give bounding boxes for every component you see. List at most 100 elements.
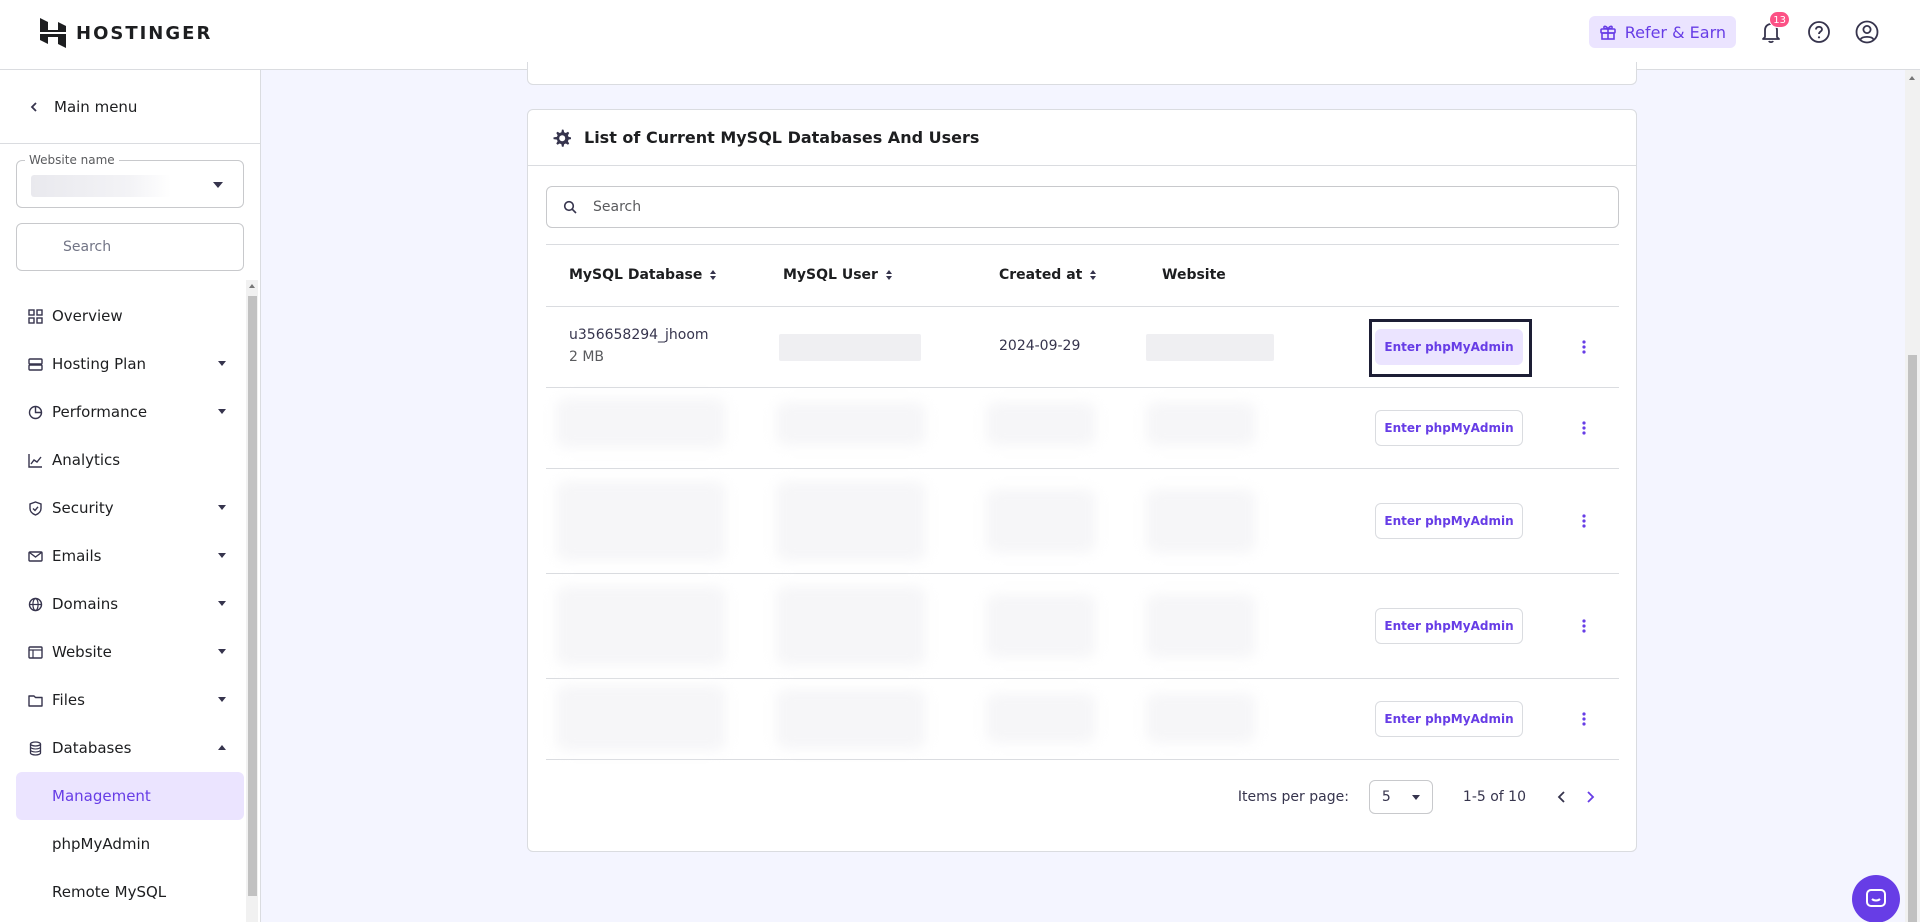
card-title: List of Current MySQL Databases And User… [584,128,980,147]
enter-phpmyadmin-button[interactable]: Enter phpMyAdmin [1375,701,1523,737]
user-redacted [779,334,921,361]
brand-name: HOSTINGER [76,22,213,44]
sidebar-item-website[interactable]: Website [16,628,244,676]
column-header-user[interactable]: MySQL User [783,267,892,283]
search-icon [563,200,577,214]
sidebar-item-domains[interactable]: Domains [16,580,244,628]
help-icon [1808,21,1830,43]
more-vertical-icon [1582,421,1586,435]
sidebar-item-databases[interactable]: Databases [16,724,244,772]
redacted-cell [556,685,726,751]
website-select[interactable]: Website name [16,153,244,208]
row-menu-button[interactable] [1572,416,1596,440]
items-per-page-value: 5 [1381,789,1391,805]
redacted-cell [776,689,926,749]
column-header-label: MySQL Database [569,267,703,283]
main-menu-link[interactable]: Main menu [0,70,260,144]
caret-down-icon [218,361,226,366]
table-row: Enter phpMyAdmin [546,469,1619,574]
caret-down-icon [1411,795,1420,800]
redacted-cell [556,481,726,561]
redacted-cell [986,489,1096,553]
help-button[interactable] [1806,19,1832,45]
redacted-cell [986,594,1096,658]
hostinger-logo-icon [40,18,66,48]
sidebar-scrollbar[interactable] [246,280,258,922]
refer-and-earn-button[interactable]: Refer & Earn [1588,16,1736,48]
created-date: 2024-09-29 [999,338,1081,354]
caret-down-icon [218,697,226,702]
gear-icon [553,129,571,147]
table-header: MySQL Database MySQL User Created at Web… [546,244,1619,307]
sidebar-subitem-phpmyadmin[interactable]: phpMyAdmin [16,820,244,868]
sidebar-item-security[interactable]: Security [16,484,244,532]
redacted-cell [986,693,1096,743]
website-name-redacted [31,175,171,197]
previous-page-button[interactable] [1554,789,1570,805]
table-row: Enter phpMyAdmin [546,388,1619,469]
redacted-cell [1146,693,1256,743]
table-row: Enter phpMyAdmin [546,574,1619,679]
caret-down-icon [213,182,223,188]
account-button[interactable] [1854,19,1880,45]
sidebar-item-hosting-plan[interactable]: Hosting Plan [16,340,244,388]
sidebar-search-input[interactable]: Search [16,223,244,271]
sidebar-item-label: Analytics [52,451,121,469]
main-scrollbar[interactable] [1905,70,1920,922]
main-scrollbar-thumb[interactable] [1908,355,1917,922]
main-menu-label: Main menu [54,97,138,116]
next-page-button[interactable] [1582,789,1598,805]
previous-card-bottom [527,62,1637,85]
sidebar-scrollbar-thumb[interactable] [248,296,257,896]
column-header-label: Created at [999,267,1083,283]
row-menu-button[interactable] [1572,614,1596,638]
enter-phpmyadmin-button[interactable]: Enter phpMyAdmin [1375,503,1523,539]
databases-list-card: List of Current MySQL Databases And User… [527,109,1637,852]
scroll-up-arrow-icon[interactable] [249,284,255,288]
items-per-page-select[interactable]: 5 [1368,780,1433,814]
sidebar-item-analytics[interactable]: Analytics [16,436,244,484]
row-menu-button[interactable] [1572,707,1596,731]
redacted-cell [986,402,1096,446]
gift-icon [1599,25,1616,40]
website-redacted [1146,334,1274,361]
mail-icon [28,550,43,562]
user-circle-icon [1855,20,1879,44]
sidebar-item-performance[interactable]: Performance [16,388,244,436]
sidebar-subitem-management[interactable]: Management [16,772,244,820]
sidebar-item-label: Databases [52,739,132,757]
hostinger-logo[interactable]: HOSTINGER [40,18,212,48]
column-header-db[interactable]: MySQL Database [569,267,717,283]
table-search-input[interactable]: Search [546,186,1619,228]
sort-icon [710,270,717,280]
sort-icon [885,270,892,280]
redacted-cell [776,481,926,561]
live-chat-button[interactable] [1852,875,1900,922]
row-menu-button[interactable] [1572,509,1596,533]
scroll-up-arrow-icon[interactable] [1909,76,1915,80]
sidebar-item-label: Files [52,691,85,709]
website-select-label: Website name [25,153,119,167]
more-vertical-icon [1582,619,1586,633]
db-cell: u356658294_jhoom 2 MB [569,327,709,365]
redacted-cell [1146,489,1256,553]
enter-phpmyadmin-button[interactable]: Enter phpMyAdmin [1375,410,1523,446]
caret-down-icon [218,409,226,414]
sidebar-item-files[interactable]: Files [16,676,244,724]
folder-icon [28,694,43,707]
column-header-label: Website [1162,267,1226,283]
enter-phpmyadmin-button[interactable]: Enter phpMyAdmin [1375,608,1523,644]
caret-down-icon [218,649,226,654]
chevron-left-icon [30,101,37,112]
sidebar-item-emails[interactable]: Emails [16,532,244,580]
column-header-created[interactable]: Created at [999,267,1097,283]
sidebar-item-label: Domains [52,595,119,613]
redacted-cell [556,586,726,666]
row-menu-button[interactable] [1572,335,1596,359]
sidebar-subitem-remote-mysql[interactable]: Remote MySQL [16,868,244,916]
redacted-cell [1146,402,1256,446]
sidebar-item-label: Website [52,643,112,661]
notifications-button[interactable]: 13 [1758,11,1790,45]
pagination: Items per page: 5 1-5 of 10 [1238,780,1598,814]
sidebar-item-overview[interactable]: Overview [16,292,244,340]
